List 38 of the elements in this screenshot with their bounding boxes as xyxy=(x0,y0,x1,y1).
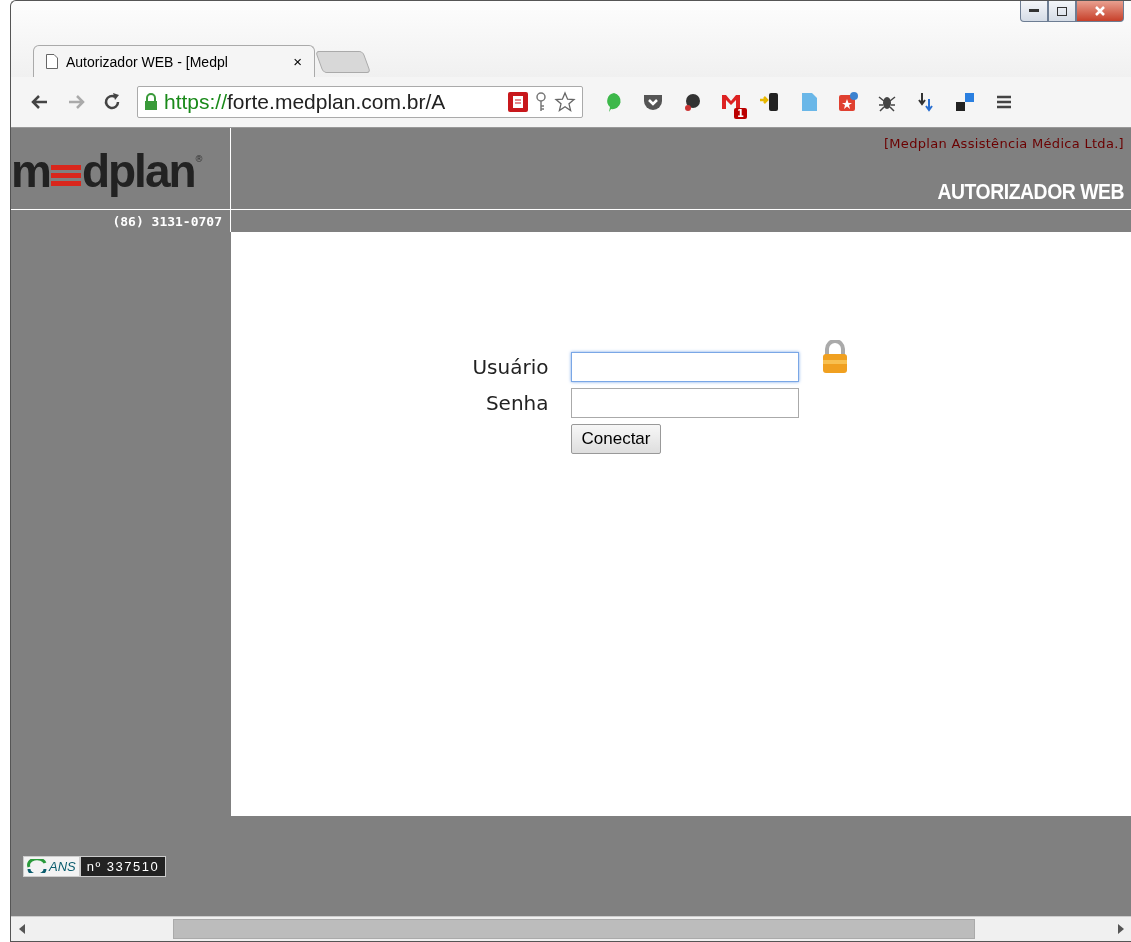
page-icon xyxy=(46,54,58,69)
tab-title: Autorizador WEB - [Medpl xyxy=(66,53,229,70)
scroll-left-icon[interactable] xyxy=(19,924,25,934)
logo-text: m xyxy=(11,143,50,198)
key-icon[interactable] xyxy=(534,92,548,112)
logo-text: dplan xyxy=(81,143,195,198)
mail-count-badge: 1 xyxy=(734,108,747,119)
field-label: Senha xyxy=(484,391,549,415)
squares-icon[interactable] xyxy=(954,91,976,113)
scrollbar-thumb[interactable] xyxy=(173,919,975,939)
phone-icon[interactable] xyxy=(759,91,781,113)
minimize-button[interactable] xyxy=(1020,1,1048,22)
browser-tab[interactable]: Autorizador WEB - [Medpl × xyxy=(33,45,315,77)
field-label: Usuário xyxy=(472,355,549,379)
close-button[interactable] xyxy=(1076,1,1124,22)
page-title: AUTORIZADOR WEB xyxy=(937,179,1124,205)
bookmark-star-icon[interactable] xyxy=(837,91,859,113)
input-field[interactable] xyxy=(570,388,799,418)
connect-button[interactable]: Conectar xyxy=(570,424,662,454)
address-bar[interactable]: https://forte.medplan.com.br/A xyxy=(137,86,583,118)
url-text: https://forte.medplan.com.br/A xyxy=(164,90,447,114)
ans-logo: ANS xyxy=(23,855,80,877)
registry-number: nº 337510 xyxy=(79,855,167,877)
document-icon[interactable] xyxy=(508,92,528,112)
lock-icon xyxy=(144,93,158,111)
maximize-icon xyxy=(1057,6,1067,16)
star-icon[interactable] xyxy=(554,91,576,113)
padlock-icon xyxy=(820,340,849,374)
company-name: [Medplan Assistência Médica Ltda.] xyxy=(883,136,1124,151)
close-icon xyxy=(1094,5,1106,17)
phone-number: (86) 3131-0707 xyxy=(112,213,222,229)
tab-close-button[interactable]: × xyxy=(293,53,302,70)
logo-bars-icon xyxy=(50,164,81,187)
minimize-icon xyxy=(1029,9,1039,13)
scroll-right-icon[interactable] xyxy=(1118,924,1124,934)
registered-mark: ® xyxy=(194,154,204,164)
input-field[interactable] xyxy=(570,352,799,382)
maximize-button[interactable] xyxy=(1048,1,1076,22)
